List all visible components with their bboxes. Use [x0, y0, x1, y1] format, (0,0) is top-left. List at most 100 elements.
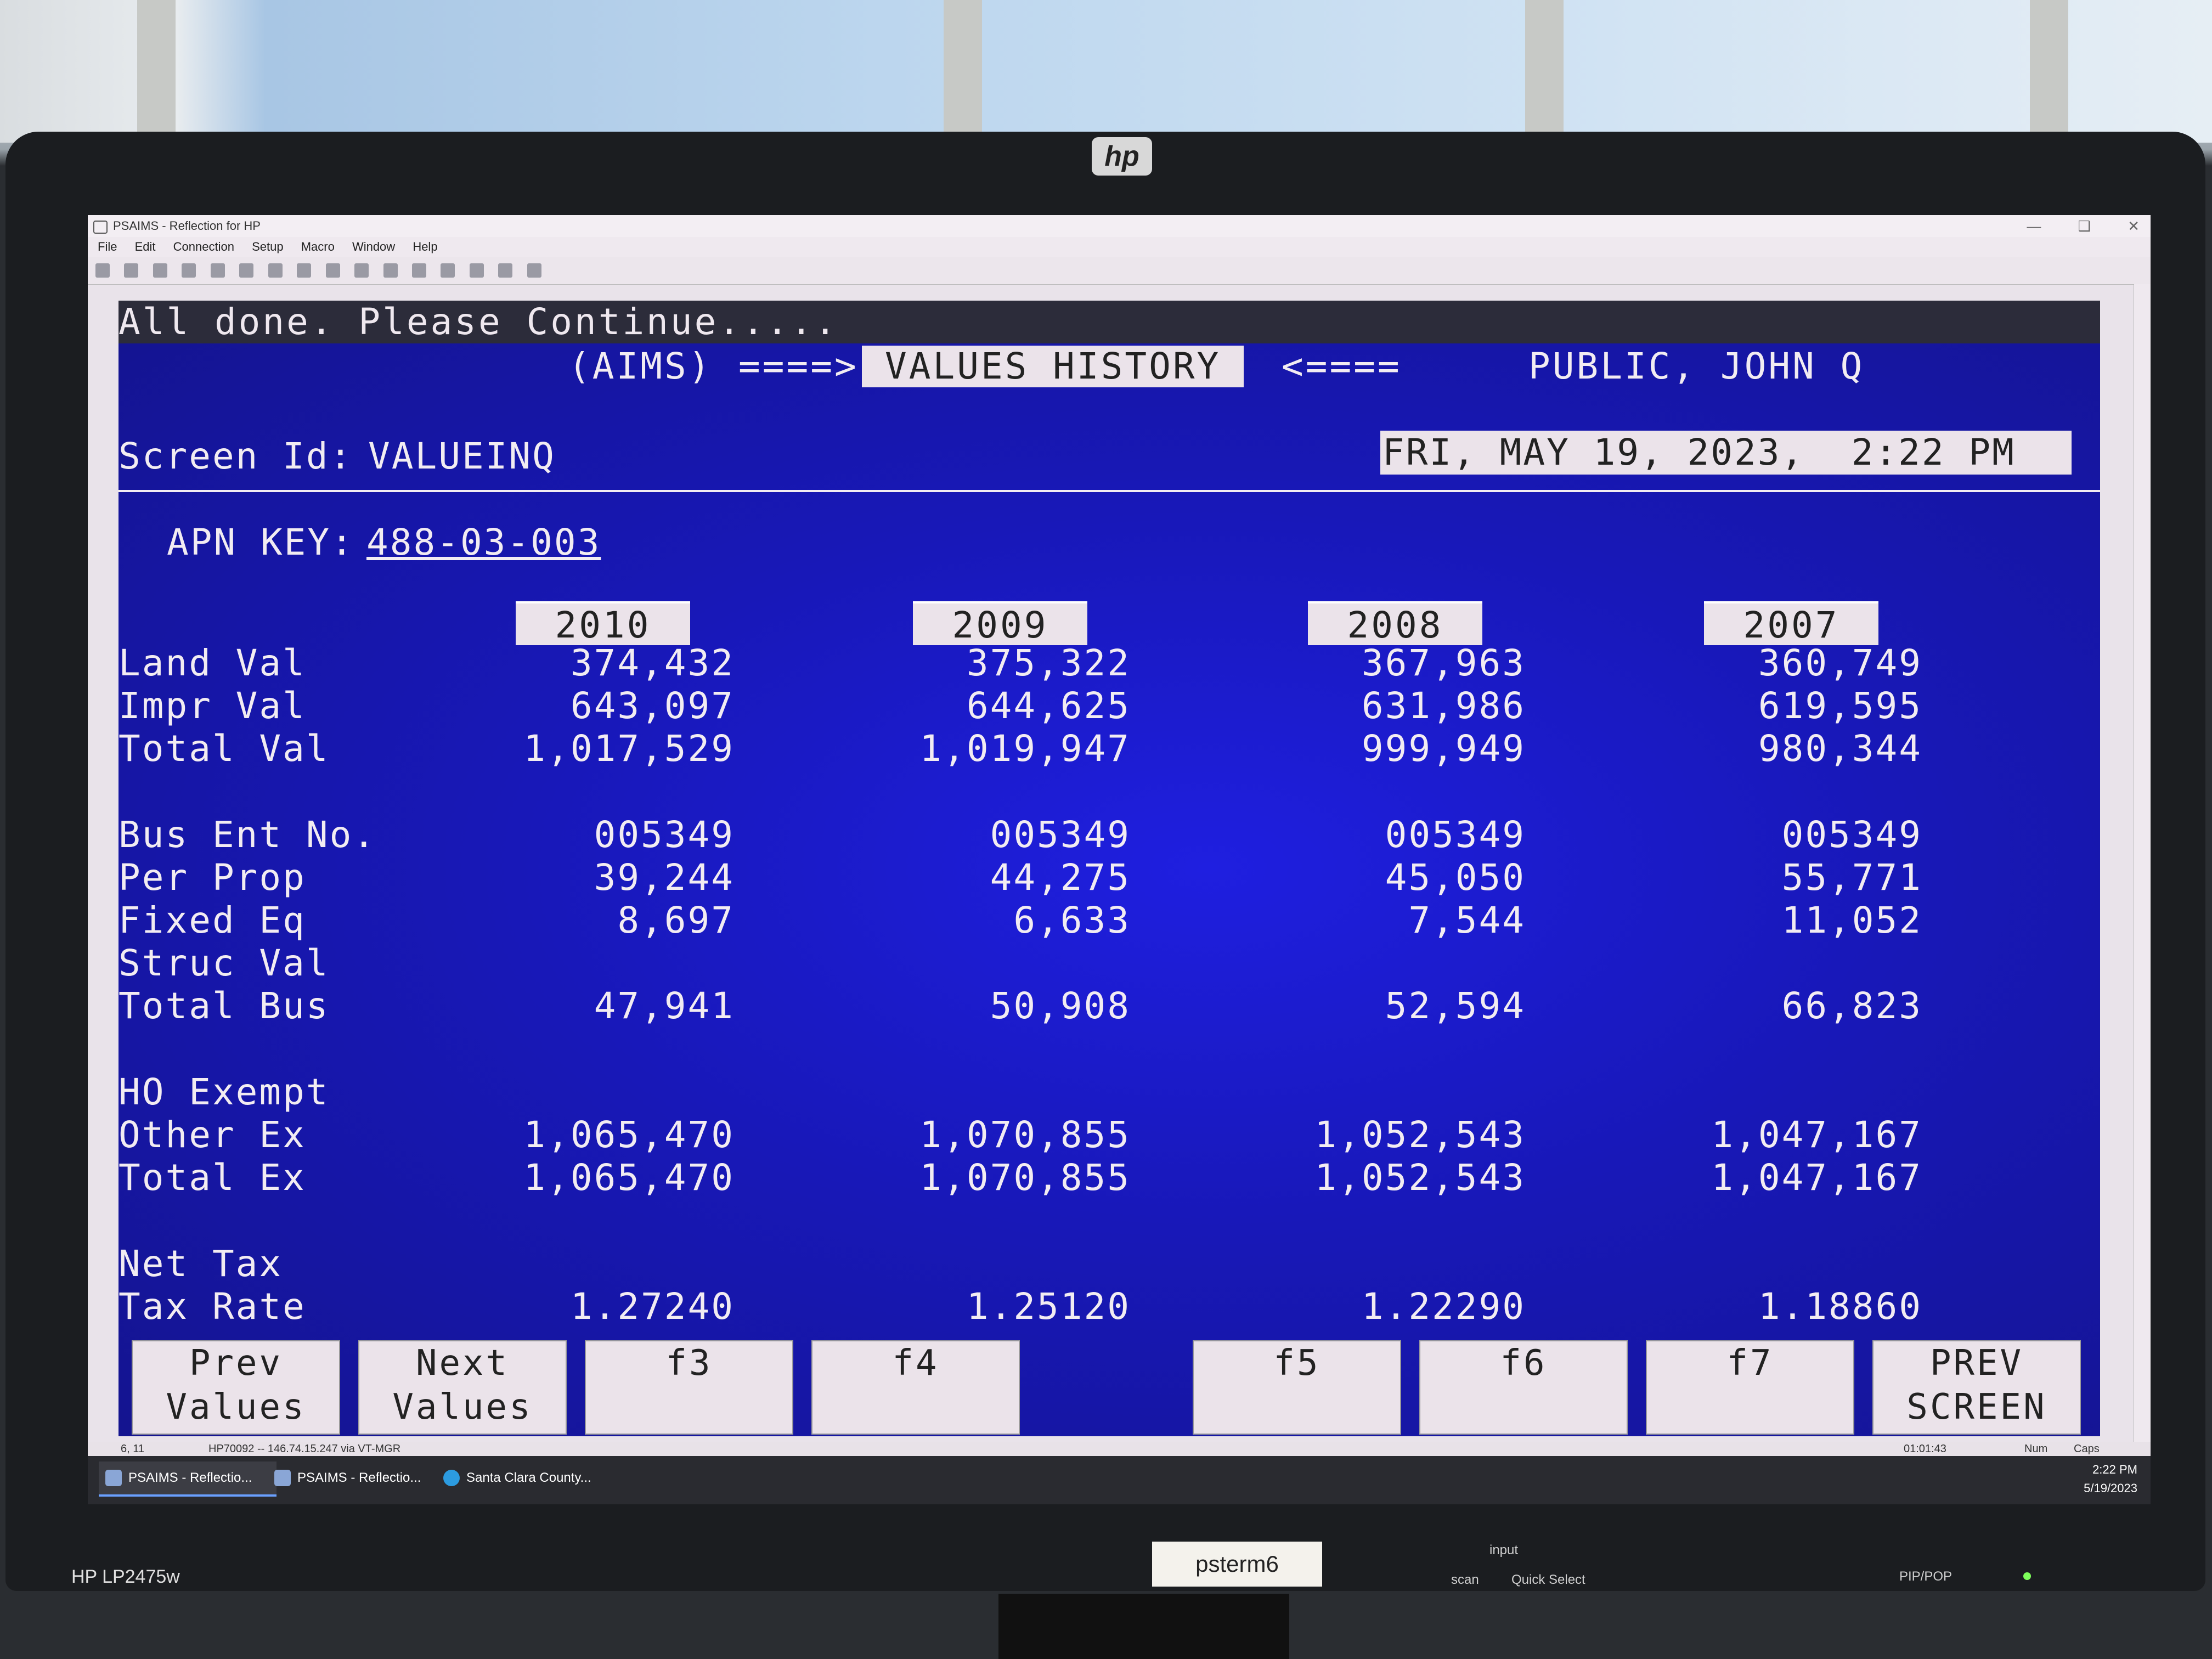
keyboard-icon[interactable] [469, 263, 484, 278]
mouse-icon[interactable] [498, 263, 513, 278]
value-cell: 643,097 [570, 685, 735, 727]
fkey-line1: PREV [1929, 1343, 2024, 1384]
open-icon[interactable] [124, 263, 139, 278]
status-bar: 6, 11 HP70092 -- 146.74.15.247 via VT-MG… [88, 1442, 2151, 1456]
copy-icon[interactable] [239, 263, 254, 278]
find-icon[interactable] [210, 263, 225, 278]
title-bar: PSAIMS - Reflection for HP — ❑ ✕ [88, 215, 2151, 237]
arrow-right: ====> [738, 345, 859, 387]
value-cell: 619,595 [1758, 685, 1922, 727]
menu-file[interactable]: File [98, 240, 117, 253]
value-cell: 52,594 [1385, 985, 1526, 1027]
value-cell: 1,017,529 [523, 727, 735, 770]
divider [119, 490, 2100, 492]
value-cell: 1,070,855 [919, 1114, 1131, 1156]
value-cell: 005349 [990, 814, 1131, 856]
f4-button[interactable]: f4 [811, 1340, 1020, 1435]
settings-icon[interactable] [411, 263, 426, 278]
system-clock[interactable]: 2:22 PM 5/19/2023 [2084, 1460, 2137, 1498]
monitor-stand [998, 1594, 1289, 1659]
value-cell: 55,771 [1781, 856, 1922, 899]
owner-name: PUBLIC, JOHN Q [1528, 345, 1865, 387]
pip-pop-button[interactable]: PIP/POP [1899, 1569, 1952, 1584]
value-cell: 1,065,470 [523, 1114, 735, 1156]
next-values-button[interactable]: Next Values [358, 1340, 567, 1435]
value-cell: 50,908 [990, 985, 1131, 1027]
fkey-line1: f7 [1726, 1343, 1774, 1384]
menu-macro[interactable]: Macro [301, 240, 335, 253]
menu-window[interactable]: Window [352, 240, 395, 253]
print-icon[interactable] [182, 263, 196, 278]
taskbar-item[interactable]: Santa Clara County... [437, 1462, 625, 1494]
new-icon[interactable] [95, 263, 110, 278]
quick-select-button[interactable]: Quick Select [1511, 1572, 1585, 1588]
row-label: Per Prop [119, 856, 306, 899]
prev-screen-button[interactable]: PREV SCREEN [1872, 1340, 2081, 1435]
reflection-icon [274, 1470, 291, 1486]
value-cell: 1.18860 [1758, 1285, 1922, 1328]
menu-edit[interactable]: Edit [135, 240, 156, 253]
num-lock-indicator: Num [2024, 1443, 2048, 1455]
row-label: Total Val [119, 727, 330, 770]
value-cell: 45,050 [1385, 856, 1526, 899]
menu-help[interactable]: Help [413, 240, 437, 253]
status-message: All done. Please Continue..... [119, 301, 2100, 343]
value-cell: 11,052 [1781, 899, 1922, 941]
f3-button[interactable]: f3 [585, 1340, 793, 1435]
power-led [2023, 1572, 2031, 1580]
screen-id: VALUEINQ [368, 435, 556, 477]
background-window [0, 0, 2212, 143]
connection-info: HP70092 -- 146.74.15.247 via VT-MGR [208, 1443, 401, 1455]
row-label: Struc Val [119, 942, 330, 984]
close-icon[interactable]: ✕ [2128, 218, 2140, 234]
record-icon[interactable] [383, 263, 398, 278]
vertical-scrollbar[interactable] [2134, 284, 2151, 1442]
context-help-icon[interactable] [527, 263, 541, 278]
taskbar-item-label: Santa Clara County... [466, 1470, 591, 1485]
fkey-line1: Prev [189, 1343, 283, 1384]
taskbar-item[interactable]: PSAIMS - Reflectio... [99, 1462, 276, 1497]
value-cell: 375,322 [966, 642, 1131, 684]
fkey-line2: Values [392, 1387, 533, 1427]
f7-button[interactable]: f7 [1646, 1340, 1854, 1435]
menu-connection[interactable]: Connection [173, 240, 234, 253]
menu-setup[interactable]: Setup [252, 240, 284, 253]
connect-icon[interactable] [297, 263, 312, 278]
save-icon[interactable] [153, 263, 167, 278]
display-icon[interactable] [441, 263, 455, 278]
maximize-icon[interactable]: ❑ [2078, 218, 2091, 234]
apn-input[interactable]: 488-03-003 [366, 521, 601, 563]
f5-button[interactable]: f5 [1193, 1340, 1401, 1435]
value-cell: 1,047,167 [1711, 1114, 1922, 1156]
value-cell: 999,949 [1361, 727, 1526, 770]
row-label: Impr Val [119, 685, 306, 727]
input-label: input [1489, 1543, 1519, 1558]
play-icon[interactable] [354, 263, 369, 278]
arrow-left: <==== [1282, 345, 1402, 387]
window-frame [2030, 0, 2068, 143]
terminal-screen[interactable]: All done. Please Continue..... (AIMS) ==… [119, 301, 2100, 1436]
row-label: Other Ex [119, 1114, 306, 1156]
value-cell: 644,625 [966, 685, 1131, 727]
value-cell: 005349 [1781, 814, 1922, 856]
value-cell: 360,749 [1758, 642, 1922, 684]
taskbar-item[interactable]: PSAIMS - Reflectio... [268, 1462, 445, 1494]
f6-button[interactable]: f6 [1419, 1340, 1628, 1435]
minimize-icon[interactable]: — [2027, 218, 2041, 234]
monitor-model-label: HP LP2475w [71, 1566, 180, 1587]
clock-time: 2:22 PM [2092, 1463, 2137, 1476]
prev-values-button[interactable]: Prev Values [132, 1340, 340, 1435]
value-cell: 1,019,947 [919, 727, 1131, 770]
window-title: PSAIMS - Reflection for HP [113, 219, 261, 233]
window-frame [944, 0, 982, 143]
year-header: 2008 [1308, 601, 1482, 646]
value-cell: 44,275 [990, 856, 1131, 899]
value-cell: 1,052,543 [1314, 1156, 1526, 1199]
paste-icon[interactable] [268, 263, 283, 278]
value-cell: 7,544 [1408, 899, 1526, 941]
row-label: HO Exempt [119, 1071, 330, 1113]
scan-button[interactable]: scan [1451, 1572, 1479, 1588]
screen-id-label: Screen Id: [119, 435, 353, 477]
apn-label: APN KEY: [167, 521, 354, 563]
transfer-icon[interactable] [325, 263, 340, 278]
